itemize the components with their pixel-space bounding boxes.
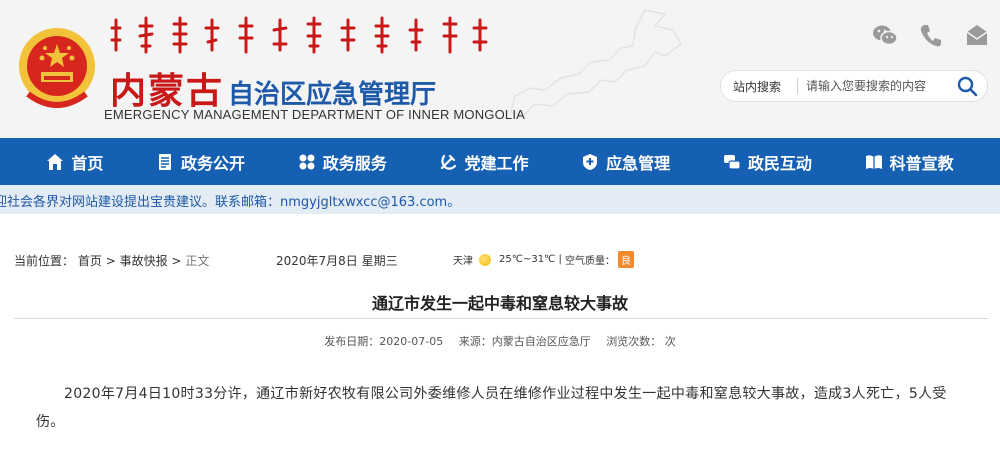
nav-item-public-interaction[interactable]: 政民互动 (723, 150, 812, 174)
nav-item-emergency-management[interactable]: 应急管理 (581, 150, 670, 174)
weather-city: 天津 (453, 256, 473, 267)
article-publish-date: 发布日期：2020-07-05 (324, 335, 444, 348)
nav-item-party-building[interactable]: 党建工作 (439, 150, 528, 174)
air-quality-badge: 良 (618, 251, 635, 268)
sun-icon (479, 253, 491, 266)
wechat-icon[interactable] (872, 22, 898, 48)
nav-item-government-affairs[interactable]: 政务公开 (156, 150, 245, 174)
search-box: 站内搜索 (720, 70, 988, 102)
nav-item-science-education[interactable]: 科普宣教 (865, 150, 954, 174)
mongolian-script-title (110, 16, 488, 54)
shield-icon (583, 153, 598, 170)
mail-icon[interactable] (964, 22, 990, 48)
breadcrumb-home-link[interactable]: 首页 (78, 254, 102, 268)
breadcrumb: 当前位置： 首页 > 事故快报 > 正文 (14, 252, 209, 269)
nav-item-label: 政务公开 (181, 153, 246, 173)
site-title-department: 自治区应急管理厅 (228, 80, 437, 110)
article-title: 通辽市发生一起中毒和窒息较大事故 (371, 294, 628, 313)
notice-marquee-text: 迎社会各界对网站建设提出宝贵建议。联系邮箱：nmgyjgltxwxcc@163.… (0, 195, 461, 210)
weather-widget: 天津 25℃~31℃ | 空气质量： 良 (453, 251, 635, 268)
document-icon (159, 153, 172, 170)
book-icon (865, 154, 882, 169)
site-title-region: 内蒙古 (110, 71, 225, 112)
air-quality-label: 空气质量： (565, 256, 616, 267)
nav-item-home[interactable]: 首页 (46, 150, 103, 174)
weather-temperature: 25℃~31℃ (499, 254, 556, 265)
search-icon[interactable] (955, 74, 979, 98)
breadcrumb-separator: > (105, 254, 116, 268)
grid-icon (299, 154, 315, 169)
breadcrumb-label: 当前位置： (14, 254, 75, 268)
chat-icon (723, 154, 741, 170)
national-emblem-logo (19, 28, 95, 108)
nav-item-label: 应急管理 (606, 153, 671, 173)
breadcrumb-current: 正文 (185, 254, 210, 268)
nav-item-label: 科普宣教 (889, 153, 954, 173)
phone-icon[interactable] (918, 22, 944, 48)
top-icon-group (872, 22, 990, 48)
nav-item-label: 政民互动 (747, 153, 812, 173)
article-body: 2020年7月4日10时33分许，通辽市新好农牧有限公司外委维修人员在维修作业过… (36, 386, 947, 430)
search-divider (797, 78, 798, 94)
location-bar: 当前位置： 首页 > 事故快报 > 正文 2020年7月8日 星期三 天津 25… (0, 250, 1000, 270)
current-date: 2020年7月8日 星期三 (276, 254, 398, 268)
main-nav: 首页 政务公开 政务服务 党建工作 应急管理 政民互动 科普宣教 (0, 138, 1000, 185)
nav-item-label: 政务服务 (322, 153, 387, 173)
article-meta: 发布日期：2020-07-05 来源：内蒙古自治区应急厅 浏览次数： 次 (0, 333, 1000, 349)
nav-item-label: 首页 (71, 153, 104, 173)
nav-item-services[interactable]: 政务服务 (298, 150, 387, 174)
article-view-count: 浏览次数： 次 (606, 335, 676, 348)
search-input[interactable] (806, 79, 951, 93)
article-source: 来源：内蒙古自治区应急厅 (458, 335, 591, 348)
nav-item-label: 党建工作 (464, 153, 529, 173)
article-divider (14, 318, 988, 319)
site-header: 内蒙古 自治区应急管理厅 EMERGENCY MANAGEMENT DEPARTM… (0, 0, 1000, 138)
notice-bar: 迎社会各界对网站建设提出宝贵建议。联系邮箱：nmgyjgltxwxcc@163.… (0, 185, 1000, 214)
site-title-english: EMERGENCY MANAGEMENT DEPARTMENT OF INNER… (104, 107, 526, 122)
breadcrumb-separator: > (171, 254, 182, 268)
home-icon (47, 153, 64, 170)
search-label: 站内搜索 (733, 79, 782, 94)
inner-mongolia-map-graphic (510, 9, 682, 117)
party-icon (441, 154, 457, 170)
weather-divider: | (555, 254, 566, 265)
breadcrumb-category-link[interactable]: 事故快报 (120, 254, 168, 268)
